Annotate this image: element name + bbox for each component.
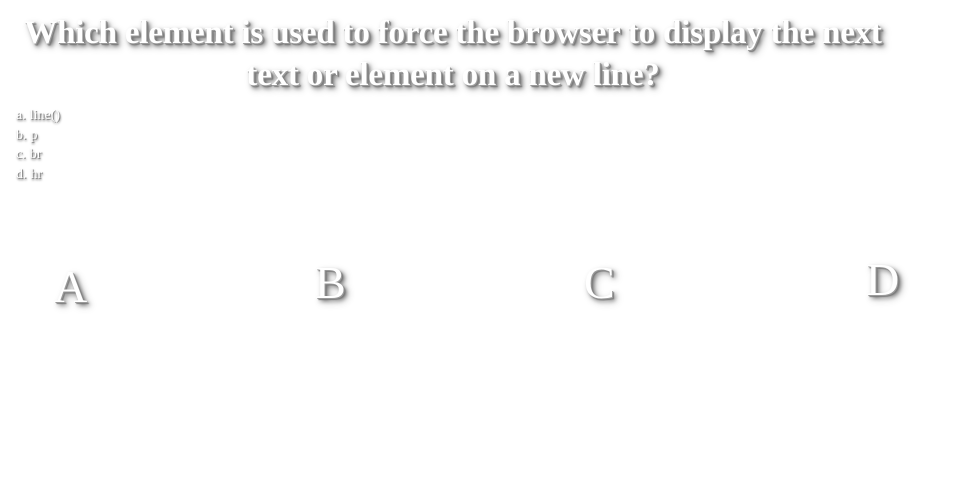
option-b-letter: b. — [16, 127, 27, 143]
option-c: c. br — [16, 145, 60, 165]
options-list: a. line() b. p c. br d. hr — [16, 106, 60, 184]
answer-d-button[interactable]: D — [866, 255, 899, 305]
option-b: b. p — [16, 126, 60, 146]
option-b-text: p — [30, 127, 38, 143]
option-a-letter: a. — [16, 108, 26, 123]
option-a-text: line() — [29, 108, 61, 123]
option-d-letter: d. — [16, 166, 27, 182]
answer-c-button[interactable]: C — [584, 258, 615, 308]
question-text: Which element is used to force the brows… — [0, 12, 906, 96]
option-d-text: hr — [30, 166, 43, 182]
answer-b-button[interactable]: B — [315, 258, 346, 308]
answer-a-button[interactable]: A — [54, 262, 87, 312]
option-c-letter: c. — [16, 147, 26, 162]
option-d: d. hr — [16, 165, 60, 185]
question-line-2: text or element on a new line? — [246, 57, 660, 93]
option-c-text: br — [29, 147, 42, 162]
question-line-1: Which element is used to force the brows… — [24, 15, 882, 51]
option-a: a. line() — [16, 106, 60, 126]
